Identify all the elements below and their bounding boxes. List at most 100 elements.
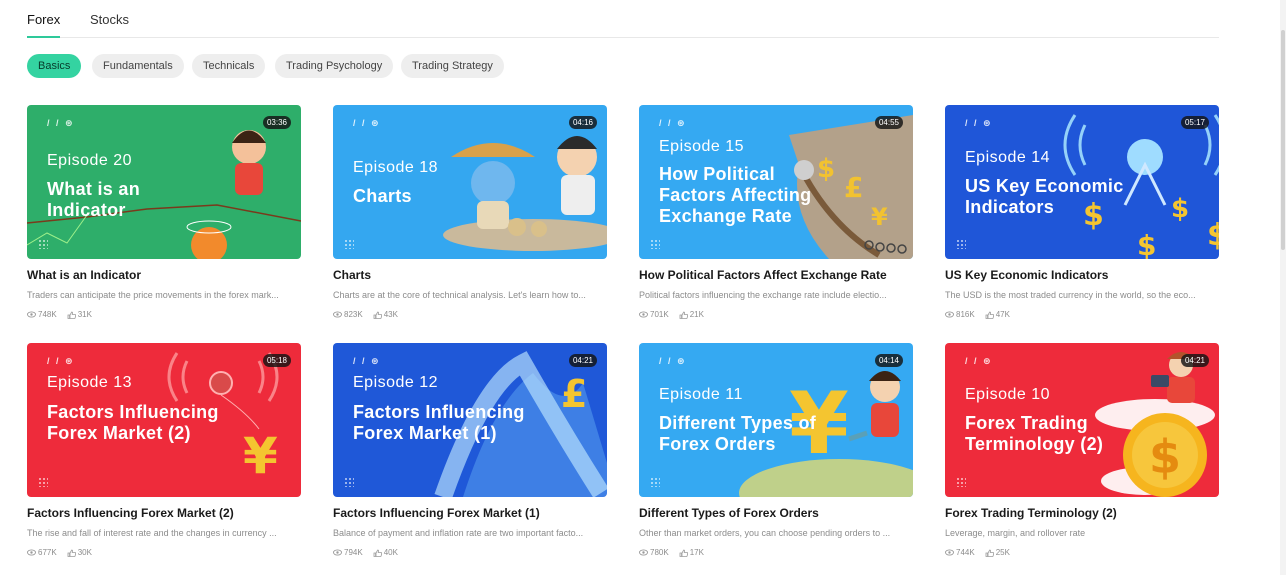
eye-icon: [945, 549, 954, 556]
likes-stat: 31K: [67, 310, 92, 319]
video-card[interactable]: £ / / ⊛ 04:21 Episode 12 Factors Influen…: [333, 343, 607, 557]
thumbnail-title: What is an Indicator: [47, 179, 141, 220]
views-stat: 794K: [333, 548, 363, 557]
video-thumbnail[interactable]: $ / / ⊛ 04:21 Episode 10 Forex Trading T…: [945, 343, 1219, 497]
thumbnail-episode: Episode 15: [659, 138, 745, 155]
dots-pattern-icon: [38, 239, 48, 249]
chip-technicals[interactable]: Technicals: [192, 54, 266, 78]
video-title[interactable]: Factors Influencing Forex Market (2): [27, 506, 301, 520]
views-count: 794K: [344, 548, 363, 557]
dots-pattern-icon: [38, 477, 48, 487]
svg-text:£: £: [561, 372, 587, 416]
video-title[interactable]: Forex Trading Terminology (2): [945, 506, 1219, 520]
video-title[interactable]: Charts: [333, 268, 607, 282]
views-count: 748K: [38, 310, 57, 319]
brand-logo-icon: / / ⊛: [353, 118, 381, 128]
views-stat: 701K: [639, 310, 669, 319]
eye-icon: [333, 311, 342, 318]
video-thumbnail[interactable]: / / ⊛ 04:16 Episode 18 Charts: [333, 105, 607, 259]
thumbnail-title: US Key Economic Indicators: [965, 176, 1124, 217]
chip-trading-strategy[interactable]: Trading Strategy: [401, 54, 504, 78]
video-thumbnail[interactable]: $ $ $ $ / / ⊛ 05:17 Episode 14 US Key Econo…: [945, 105, 1219, 259]
eye-icon: [639, 549, 648, 556]
video-stats: 701K 21K: [639, 310, 913, 319]
duration-badge: 05:18: [262, 354, 291, 367]
chip-trading-psychology[interactable]: Trading Psychology: [275, 54, 394, 78]
brand-logo-icon: / / ⊛: [659, 118, 687, 128]
brand-logo-icon: / / ⊛: [47, 118, 75, 128]
video-card[interactable]: / / ⊛ 04:16 Episode 18 Charts Charts Cha…: [333, 105, 607, 319]
video-description: Traders can anticipate the price movemen…: [27, 290, 279, 300]
video-stats: 744K 25K: [945, 548, 1219, 557]
video-title[interactable]: How Political Factors Affect Exchange Ra…: [639, 268, 913, 282]
thumbnail-episode: Episode 12: [353, 374, 439, 391]
video-description: Other than market orders, you can choose…: [639, 528, 891, 538]
likes-stat: 43K: [373, 310, 398, 319]
video-thumbnail[interactable]: ¥ / / ⊛ 05:18 Episode 13 Factors Influen…: [27, 343, 301, 497]
thumbnail-episode: Episode 13: [47, 374, 133, 391]
views-stat: 780K: [639, 548, 669, 557]
views-stat: 816K: [945, 310, 975, 319]
video-title[interactable]: Different Types of Forex Orders: [639, 506, 913, 520]
dots-pattern-icon: [650, 239, 660, 249]
thumbnail-title: Forex Trading Terminology (2): [965, 413, 1104, 454]
video-thumbnail[interactable]: £ / / ⊛ 04:21 Episode 12 Factors Influen…: [333, 343, 607, 497]
thumbs-up-icon: [373, 549, 382, 557]
chip-basics[interactable]: Basics: [27, 54, 82, 78]
eye-icon: [333, 549, 342, 556]
duration-badge: 04:55: [874, 116, 903, 129]
video-thumbnail[interactable]: / / ⊛ 03:36 Episode 20 What is an Indica…: [27, 105, 301, 259]
thumbs-up-icon: [67, 311, 76, 319]
category-tabs: Forex Stocks: [27, 0, 1219, 38]
vertical-scrollbar[interactable]: [1280, 0, 1286, 575]
likes-count: 40K: [383, 548, 398, 557]
video-stats: 780K 17K: [639, 548, 913, 557]
views-count: 816K: [956, 310, 975, 319]
video-card[interactable]: $ $ $ $ / / ⊛ 05:17 Episode 14 US Key Econo…: [945, 105, 1219, 319]
scrollbar-thumb[interactable]: [1281, 30, 1285, 250]
video-card[interactable]: ¥ / / ⊛ 05:18 Episode 13 Factors Influen…: [27, 343, 301, 557]
dots-pattern-icon: [956, 477, 966, 487]
video-stats: 823K 43K: [333, 310, 607, 319]
likes-stat: 47K: [985, 310, 1010, 319]
video-card[interactable]: $ £ ¥ / / ⊛ 04:55 Episode 15 How Political…: [639, 105, 913, 319]
likes-stat: 25K: [985, 548, 1010, 557]
thumbnail-episode: Episode 20: [47, 152, 133, 169]
video-title[interactable]: What is an Indicator: [27, 268, 301, 282]
views-stat: 748K: [27, 310, 57, 319]
tab-forex[interactable]: Forex: [27, 12, 61, 38]
video-description: Political factors influencing the exchan…: [639, 290, 887, 300]
views-stat: 677K: [27, 548, 57, 557]
duration-badge: 04:14: [874, 354, 903, 367]
duration-badge: 04:21: [1180, 354, 1209, 367]
duration-badge: 04:16: [568, 116, 597, 129]
thumbs-up-icon: [67, 549, 76, 557]
thumbnail-episode: Episode 11: [659, 386, 743, 403]
tab-stocks[interactable]: Stocks: [90, 12, 129, 27]
thumbs-up-icon: [679, 311, 688, 319]
video-title[interactable]: Factors Influencing Forex Market (1): [333, 506, 607, 520]
likes-count: 25K: [995, 548, 1010, 557]
likes-count: 47K: [995, 310, 1010, 319]
video-description: The rise and fall of interest rate and t…: [27, 528, 277, 538]
thumbnail-title: Factors Influencing Forex Market (2): [47, 402, 219, 443]
eye-icon: [27, 311, 36, 318]
thumbnail-title: Factors Influencing Forex Market (1): [353, 402, 525, 443]
video-title[interactable]: US Key Economic Indicators: [945, 268, 1219, 282]
video-thumbnail[interactable]: ¥ / / ⊛ 04:14 Episode 11 Different Types…: [639, 343, 913, 497]
likes-stat: 17K: [679, 548, 704, 557]
thumbs-up-icon: [985, 549, 994, 557]
thumbnail-title: Different Types of Forex Orders: [659, 413, 817, 454]
video-description: Leverage, margin, and rollover rate: [945, 528, 1086, 538]
video-card[interactable]: $ / / ⊛ 04:21 Episode 10 Forex Trading T…: [945, 343, 1219, 557]
views-count: 701K: [650, 310, 669, 319]
brand-logo-icon: / / ⊛: [965, 118, 993, 128]
video-thumbnail[interactable]: $ £ ¥ / / ⊛ 04:55 Episode 15 How Political…: [639, 105, 913, 259]
video-card[interactable]: ¥ / / ⊛ 04:14 Episode 11 Different Types…: [639, 343, 913, 557]
svg-text:$: $: [1207, 218, 1219, 253]
brand-logo-icon: / / ⊛: [353, 356, 381, 366]
chip-fundamentals[interactable]: Fundamentals: [92, 54, 184, 78]
brand-logo-icon: / / ⊛: [47, 356, 75, 366]
video-card[interactable]: / / ⊛ 03:36 Episode 20 What is an Indica…: [27, 105, 301, 319]
likes-count: 30K: [77, 548, 92, 557]
